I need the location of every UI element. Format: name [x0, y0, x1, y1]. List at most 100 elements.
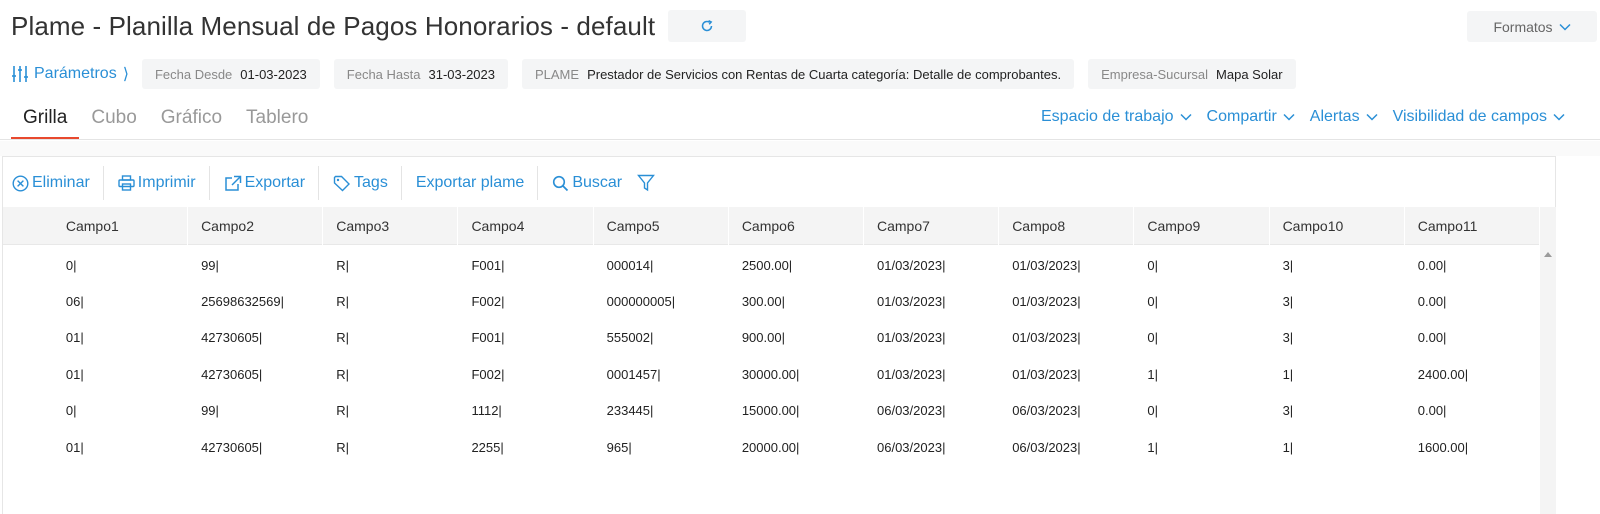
menu-alertas[interactable]: Alertas [1310, 108, 1378, 126]
table-cell: 3| [1282, 257, 1294, 273]
column-header[interactable]: Campo1 [53, 207, 189, 245]
column-header[interactable]: Campo8 [999, 207, 1135, 245]
param-key: Fecha Hasta [346, 66, 421, 82]
menu-visibilidad-de-campos[interactable]: Visibilidad de campos [1393, 108, 1565, 126]
table-cell: 06/03/2023| [877, 403, 946, 419]
param-chip-fecha-hasta[interactable]: Fecha Hasta 31-03-2023 [333, 59, 508, 89]
toolbar-separator [102, 166, 104, 200]
export-plame-button[interactable]: Exportar plame [414, 170, 538, 196]
tab-cubo[interactable]: Cubo [79, 103, 148, 140]
table-cell: 06| [65, 294, 84, 310]
table-row[interactable]: 06| 25698632569| R| F002| 000000005| 300… [3, 283, 1540, 319]
table-row[interactable]: 01| 42730605| R| F001| 555002| 900.00| 0… [3, 320, 1540, 356]
table-row[interactable]: 0| 99| R| F001| 000014| 2500.00| 01/03/2… [3, 247, 1540, 283]
param-chip-fecha-desde[interactable]: Fecha Desde 01-03-2023 [141, 59, 320, 89]
table-cell: 99| [201, 257, 219, 273]
column-header[interactable]: Campo4 [458, 207, 594, 245]
filter-icon [637, 174, 656, 192]
table-cell: 0001457| [606, 366, 661, 382]
table-cell: 2400.00| [1417, 366, 1469, 382]
table-cell: 900.00| [741, 330, 785, 346]
table-cell: R| [336, 439, 350, 455]
table-cell: R| [336, 257, 350, 273]
formatos-dropdown[interactable]: Formatos [1467, 11, 1597, 42]
table-cell: 0| [1147, 257, 1158, 273]
table-cell: 0| [1147, 294, 1158, 310]
column-header[interactable]: Campo7 [864, 207, 1000, 245]
table-row[interactable]: 0| 99| R| 1112| 233445| 15000.00| 06/03/… [3, 393, 1540, 429]
chevron-down-icon [1180, 113, 1192, 121]
table-row[interactable]: 01| 42730605| R| 2255| 965| 20000.00| 06… [3, 429, 1540, 465]
table-cell: F001| [471, 330, 505, 346]
column-header[interactable]: Campo6 [729, 207, 864, 245]
table-cell: F002| [471, 366, 505, 382]
search-icon [553, 175, 569, 191]
print-button[interactable]: Imprimir [116, 170, 209, 196]
toolbar-separator [537, 166, 539, 200]
tab-grafico[interactable]: Gráfico [149, 103, 234, 140]
table-cell: 0.00| [1417, 294, 1447, 310]
column-header[interactable]: Campo3 [323, 207, 459, 245]
param-key: PLAME [534, 66, 580, 82]
table-cell: 0.00| [1417, 257, 1447, 273]
table-cell: 01/03/2023| [1012, 257, 1081, 273]
table-cell: 1| [1147, 366, 1158, 382]
search-button[interactable]: Buscar [550, 170, 635, 196]
sliders-icon [12, 66, 28, 82]
table-cell: 01/03/2023| [877, 366, 946, 382]
param-chip-empresa-sucursal[interactable]: Empresa-Sucursal Mapa Solar [1088, 59, 1296, 89]
scroll-up-arrow-icon[interactable] [1544, 252, 1552, 257]
table-cell: 555002| [606, 330, 654, 346]
table-cell: 2255| [471, 439, 504, 455]
param-value: Prestador de Servicios con Rentas de Cua… [587, 66, 1062, 82]
column-header[interactable]: Campo11 [1405, 207, 1540, 245]
tab-tablero[interactable]: Tablero [234, 103, 320, 140]
table-row[interactable]: 01| 42730605| R| F002| 0001457| 30000.00… [3, 356, 1540, 392]
delete-circle-icon [12, 174, 29, 192]
table-cell: 0| [1147, 330, 1158, 346]
chevron-down-icon [1283, 113, 1295, 121]
tags-button[interactable]: Tags [331, 170, 401, 196]
column-header[interactable]: Campo5 [594, 207, 729, 245]
vertical-scrollbar[interactable] [1540, 207, 1556, 514]
delete-button[interactable]: Eliminar [10, 170, 103, 196]
table-cell: 01/03/2023| [877, 294, 946, 310]
table-cell: 01/03/2023| [877, 330, 946, 346]
row-selector-header [3, 207, 53, 244]
menu-compartir[interactable]: Compartir [1207, 108, 1295, 126]
menu-espacio-de-trabajo[interactable]: Espacio de trabajo [1041, 108, 1192, 126]
table-cell: 01/03/2023| [1012, 294, 1081, 310]
column-header[interactable]: Campo2 [188, 207, 324, 245]
table-cell: R| [336, 366, 350, 382]
parametros-link[interactable]: Parámetros ⟩ [11, 64, 129, 84]
table-cell: F001| [471, 257, 505, 273]
table-cell: 2500.00| [741, 257, 793, 273]
table-cell: 0| [65, 257, 77, 273]
table-cell: 0| [1147, 403, 1158, 419]
param-value: 01-03-2023 [240, 66, 307, 82]
table-cell: F002| [471, 294, 505, 310]
parametros-label: Parámetros [34, 65, 117, 82]
refresh-button[interactable] [668, 10, 747, 42]
table-cell: 1112| [471, 403, 502, 419]
table-cell: 42730605| [201, 330, 263, 346]
tags-label: Tags [354, 174, 388, 191]
param-value: 31-03-2023 [428, 66, 495, 82]
tabs-divider [0, 139, 1600, 140]
table-cell: 20000.00| [741, 439, 800, 455]
table-cell: 1| [1282, 366, 1294, 382]
printer-icon [118, 175, 135, 191]
column-header[interactable]: Campo9 [1134, 207, 1270, 245]
right-menus: Espacio de trabajo Compartir Alertas Vis… [1041, 108, 1580, 126]
table-cell: R| [336, 294, 350, 310]
export-button[interactable]: Exportar [222, 170, 318, 196]
param-chip-plame[interactable]: PLAME Prestador de Servicios con Rentas … [521, 59, 1075, 89]
table-cell: 01| [65, 366, 84, 382]
table-cell: 0.00| [1417, 403, 1447, 419]
column-header[interactable]: Campo10 [1270, 207, 1405, 245]
table-cell: 3| [1282, 294, 1294, 310]
tab-grilla[interactable]: Grilla [11, 103, 80, 140]
filter-button[interactable] [635, 170, 671, 196]
table-cell: 06/03/2023| [877, 439, 946, 455]
param-key: Fecha Desde [154, 66, 233, 82]
